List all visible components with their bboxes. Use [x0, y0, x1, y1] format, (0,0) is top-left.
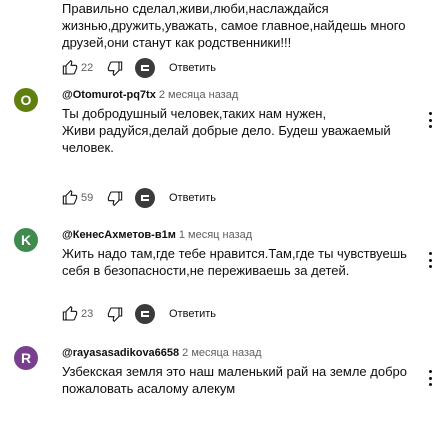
- thumb-up-icon[interactable]: [62, 306, 78, 322]
- like-count: 23: [81, 308, 94, 320]
- avatar[interactable]: R: [14, 346, 38, 370]
- avatar[interactable]: K: [14, 228, 38, 252]
- thumb-down-icon[interactable]: [107, 306, 123, 322]
- comment-author[interactable]: @rayasasadikova6658: [62, 347, 179, 359]
- creator-avatar-icon: [135, 58, 155, 78]
- comment-actions: 22 Ответить: [62, 57, 216, 79]
- reply-button[interactable]: Ответить: [169, 308, 216, 320]
- comment-text: Узбекская земля это наш маленький рай на…: [62, 364, 407, 396]
- more-vert-icon[interactable]: [427, 112, 433, 128]
- comment-author[interactable]: @КенесАхметов-в1м: [62, 229, 176, 241]
- avatar-letter: R: [20, 350, 32, 366]
- comment-text: Правильно сделал,живи,люби,наслаждайся ж…: [62, 1, 406, 50]
- thumb-down-icon[interactable]: [107, 60, 123, 76]
- avatar-letter: O: [20, 92, 32, 108]
- comment-actions: 59 Ответить: [62, 187, 216, 209]
- creator-avatar-icon: [135, 188, 155, 208]
- comment-author[interactable]: @Otomurot-pq7tx: [62, 89, 156, 101]
- comment-time[interactable]: 2 месяца назад: [159, 89, 238, 101]
- like-count: 22: [81, 62, 94, 74]
- like-count: 59: [81, 192, 94, 204]
- comment-actions: 23 Ответить: [62, 303, 216, 325]
- avatar[interactable]: O: [14, 88, 38, 112]
- creator-avatar-icon: [135, 304, 155, 324]
- comment: @Otomurot-pq7tx 2 месяца назад Ты доброду…: [62, 88, 422, 156]
- thumb-up-icon[interactable]: [62, 60, 78, 76]
- comment: @КенесАхметов-в1м 1 месяц назад Жить надо…: [62, 228, 422, 279]
- comment-time[interactable]: 2 месяца назад: [182, 347, 261, 359]
- reply-button[interactable]: Ответить: [169, 192, 216, 204]
- comment-text: Ты добродушный человек,таких нам нужен, …: [62, 106, 391, 155]
- comment-text: Жить надо там,где тебе нравится.Там,где …: [62, 246, 407, 278]
- thumb-down-icon[interactable]: [107, 190, 123, 206]
- comment: @rayasasadikova6658 2 месяца назад Узбекс…: [62, 346, 422, 397]
- avatar-letter: K: [20, 232, 32, 248]
- thumb-up-icon[interactable]: [62, 190, 78, 206]
- reply-button[interactable]: Ответить: [169, 62, 216, 74]
- comment-time[interactable]: 1 месяц назад: [179, 229, 252, 241]
- more-vert-icon[interactable]: [427, 252, 433, 268]
- more-vert-icon[interactable]: [427, 370, 433, 386]
